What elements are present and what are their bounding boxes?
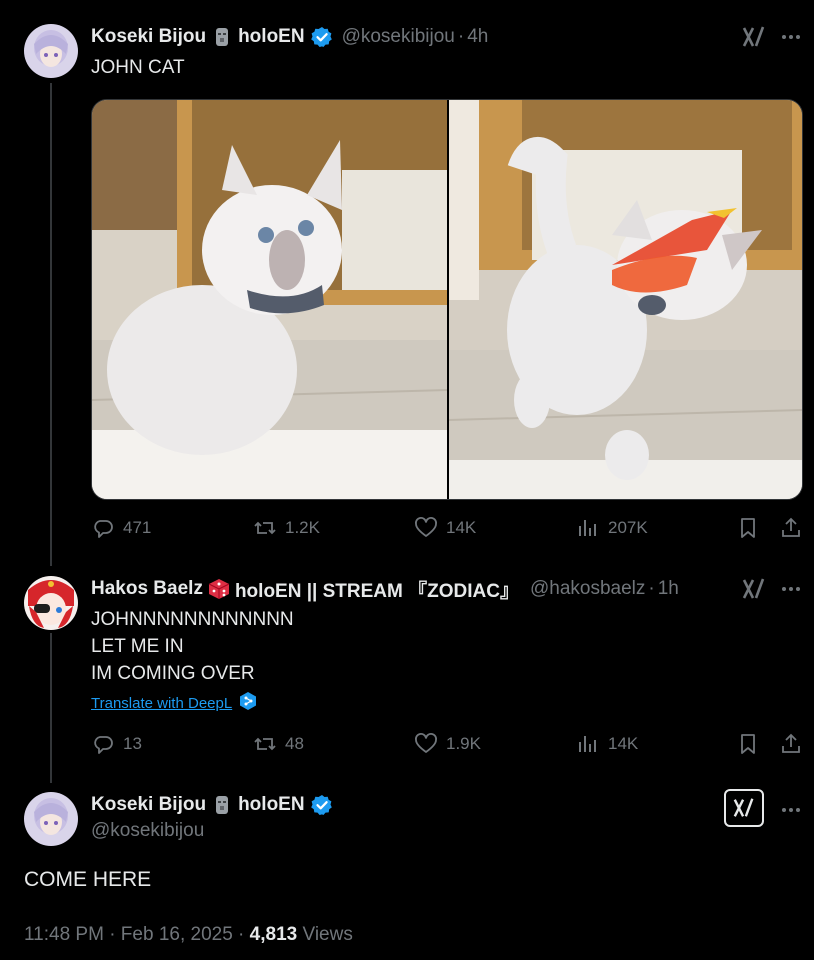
share-button[interactable]: [779, 732, 803, 756]
media-image[interactable]: [92, 100, 802, 499]
share-button[interactable]: [779, 516, 803, 540]
bookmark-button[interactable]: [736, 732, 760, 756]
dice-emoji-icon: [208, 578, 230, 600]
repost-icon: [254, 521, 276, 535]
media-grid[interactable]: [91, 99, 803, 500]
repost-icon: [254, 737, 276, 751]
bookmark-icon: [741, 518, 755, 538]
org-name: holoEN: [238, 794, 305, 815]
thread-line: [50, 83, 52, 566]
tweet-header: Koseki Bijou holoEN: [91, 792, 333, 818]
action-bar: 13 48 1.9K 14K: [91, 732, 801, 762]
handle[interactable]: @hakosbaelz: [530, 578, 645, 600]
reply-icon: [94, 736, 113, 754]
org-name: holoEN: [238, 26, 305, 47]
reply-count: 471: [123, 518, 152, 537]
translate-link[interactable]: Translate with DeepL: [91, 691, 258, 716]
moai-emoji-icon: [211, 26, 233, 48]
reply-button[interactable]: 471: [91, 516, 151, 540]
views-icon: [579, 736, 596, 752]
thread-line: [50, 633, 52, 783]
tweet-text: COME HERE: [24, 868, 152, 891]
action-bar: 471 1.2K 14K 207K: [91, 516, 801, 546]
tweet-text: JOHNNNNNNNNNNNN LET ME IN IM COMING OVER: [91, 609, 294, 684]
avatar-koseki-bijou[interactable]: [24, 792, 78, 846]
moai-emoji-icon: [211, 794, 233, 816]
repost-button[interactable]: 48: [253, 732, 304, 756]
translate-label[interactable]: Translate with DeepL: [91, 695, 232, 712]
tweet-header: Koseki Bijou holoEN @kosekibijou · 4h: [91, 24, 488, 50]
deepl-icon: [238, 691, 258, 716]
avatar-hakos-baelz[interactable]: [24, 576, 78, 630]
org-name: holoEN || STREAM 『ZODIAC』: [234, 580, 519, 602]
handle[interactable]: @kosekibijou: [91, 820, 204, 842]
post-timestamp[interactable]: 11:48 PM · Feb 16, 2025 ·: [24, 924, 250, 945]
views-count: 4,813: [249, 924, 298, 945]
more-icon[interactable]: [779, 577, 803, 601]
bookmark-icon: [741, 734, 755, 754]
tweet-meta: 11:48 PM · Feb 16, 2025 · 4,813 Views: [24, 924, 353, 946]
like-count: 14K: [446, 518, 477, 537]
bookmark-button[interactable]: [736, 516, 760, 540]
share-icon: [782, 517, 800, 537]
reply-button[interactable]: 13: [91, 732, 142, 756]
like-icon: [415, 733, 437, 753]
share-icon: [782, 733, 800, 753]
repost-count: 48: [285, 734, 304, 753]
views-button[interactable]: 207K: [576, 516, 648, 540]
like-count: 1.9K: [446, 734, 481, 753]
repost-button[interactable]: 1.2K: [253, 516, 320, 540]
verified-badge-icon[interactable]: [310, 26, 333, 48]
more-icon[interactable]: [779, 798, 803, 822]
views-count: 14K: [608, 734, 639, 753]
tweet-text: JOHN CAT: [91, 57, 185, 78]
timestamp[interactable]: 1h: [658, 578, 679, 600]
display-name[interactable]: Koseki Bijou: [91, 794, 206, 816]
display-name[interactable]: Koseki Bijou: [91, 26, 206, 48]
repost-count: 1.2K: [285, 518, 320, 537]
like-button[interactable]: 14K: [414, 516, 476, 540]
handle[interactable]: @kosekibijou: [342, 26, 455, 48]
separator-dot: ·: [457, 26, 465, 47]
more-icon[interactable]: [779, 25, 803, 49]
views-button[interactable]: 14K: [576, 732, 638, 756]
like-icon: [415, 517, 437, 537]
avatar-koseki-bijou[interactable]: [24, 24, 78, 78]
like-button[interactable]: 1.9K: [414, 732, 481, 756]
views-label: Views: [302, 924, 353, 945]
grok-icon[interactable]: [741, 24, 767, 50]
timestamp[interactable]: 4h: [467, 26, 488, 48]
tweet-header: Hakos Baelz holoEN || STREAM 『ZODIAC』 @h…: [91, 576, 679, 602]
grok-icon[interactable]: [724, 789, 764, 827]
reply-count: 13: [123, 734, 142, 753]
separator-dot: ·: [648, 578, 655, 599]
grok-icon[interactable]: [741, 576, 767, 602]
verified-badge-icon[interactable]: [310, 794, 333, 816]
views-count: 207K: [608, 518, 648, 537]
reply-icon: [94, 520, 113, 538]
display-name[interactable]: Hakos Baelz: [91, 578, 203, 600]
views-icon: [579, 520, 596, 536]
